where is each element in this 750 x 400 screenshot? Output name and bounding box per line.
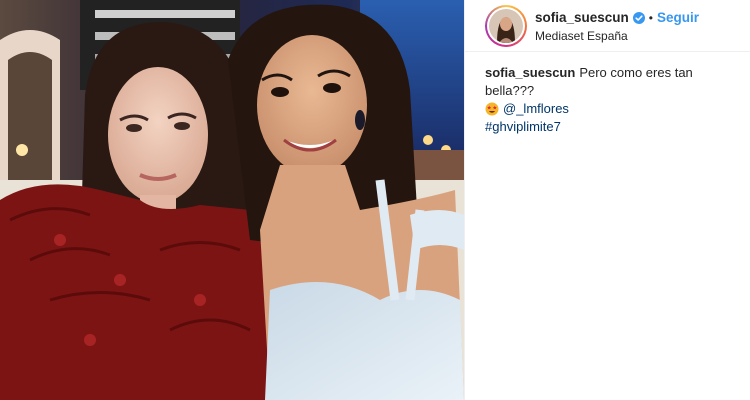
caption-line: sofia_suescun Pero como eres tan bella??? <box>485 64 745 100</box>
separator-dot: • <box>648 10 653 25</box>
instagram-post: sofia_suescun • Seguir Mediaset España s… <box>0 0 750 400</box>
follow-button[interactable]: Seguir <box>657 10 699 25</box>
caption-hashtag-line: #ghviplimite7 <box>485 118 745 136</box>
caption-mention-line: @_lmflores <box>485 100 745 118</box>
post-photo[interactable] <box>0 0 464 400</box>
header-top-row: sofia_suescun • Seguir <box>535 9 699 27</box>
username-link[interactable]: sofia_suescun <box>535 10 629 25</box>
header-text: sofia_suescun • Seguir Mediaset España <box>535 9 699 43</box>
hashtag-link[interactable]: #ghviplimite7 <box>485 119 561 134</box>
location-link[interactable]: Mediaset España <box>535 29 699 43</box>
star-struck-emoji-icon <box>485 102 499 116</box>
post-sidebar: sofia_suescun • Seguir Mediaset España s… <box>464 0 750 400</box>
mention-link[interactable]: @_lmflores <box>503 100 569 118</box>
post-header: sofia_suescun • Seguir Mediaset España <box>465 0 750 52</box>
verified-badge-icon <box>632 11 645 24</box>
avatar-image <box>489 8 523 43</box>
avatar[interactable] <box>485 4 527 47</box>
post-caption: sofia_suescun Pero como eres tan bella???… <box>485 64 745 136</box>
caption-username-link[interactable]: sofia_suescun <box>485 65 575 80</box>
photo-illustration <box>0 0 464 400</box>
avatar-inner <box>487 6 525 45</box>
